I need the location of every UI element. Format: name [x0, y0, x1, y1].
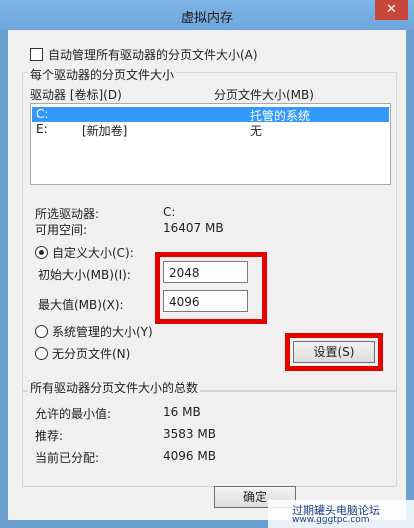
- max-size-label: 最大值(MB)(X):: [38, 298, 124, 312]
- current-allocated-label: 当前已分配:: [35, 451, 100, 465]
- free-space-label: 可用空间:: [35, 223, 88, 237]
- selected-drive-value: C:: [163, 205, 176, 219]
- per-drive-group-title: 每个驱动器的分页文件大小: [28, 66, 177, 83]
- selected-drive-label: 所选驱动器:: [35, 207, 100, 221]
- recommended-value: 3583 MB: [163, 427, 216, 441]
- custom-size-radio[interactable]: [35, 246, 48, 259]
- size-column-header: 分页文件大小(MB): [214, 88, 314, 102]
- min-allowed-label: 允许的最小值:: [35, 407, 112, 421]
- title-bar: 虚拟内存 ✕: [0, 0, 414, 30]
- auto-manage-checkbox[interactable]: [30, 48, 43, 61]
- recommended-label: 推荐:: [35, 429, 64, 443]
- watermark: 过期罐头电脑论坛 www.gggtpc.com: [268, 500, 414, 528]
- no-paging-radio[interactable]: [35, 347, 48, 360]
- highlight-box-set: [285, 333, 383, 371]
- drive-list[interactable]: C: 托管的系统 E: [新加卷] 无: [30, 103, 391, 185]
- custom-size-label[interactable]: 自定义大小(C):: [52, 244, 134, 261]
- free-space-value: 16407 MB: [163, 221, 224, 235]
- totals-group-title: 所有驱动器分页文件大小的总数: [28, 379, 201, 396]
- highlight-box-inputs: [155, 252, 267, 324]
- watermark-url: www.gggtpc.com: [292, 515, 370, 525]
- window-title: 虚拟内存: [180, 11, 233, 26]
- drive-row-c[interactable]: C: 托管的系统: [32, 107, 389, 123]
- system-managed-label[interactable]: 系统管理的大小(Y): [52, 323, 153, 340]
- system-managed-radio[interactable]: [35, 325, 48, 338]
- drive-row-e[interactable]: E: [新加卷] 无: [32, 122, 389, 138]
- no-paging-label[interactable]: 无分页文件(N): [52, 345, 130, 362]
- auto-manage-label[interactable]: 自动管理所有驱动器的分页文件大小(A): [48, 46, 258, 63]
- close-icon[interactable]: ✕: [375, 0, 408, 20]
- virtual-memory-dialog: 虚拟内存 ✕ 自动管理所有驱动器的分页文件大小(A) 每个驱动器的分页文件大小 …: [0, 0, 414, 528]
- dialog-body: 自动管理所有驱动器的分页文件大小(A) 每个驱动器的分页文件大小 驱动器 [卷标…: [8, 30, 406, 520]
- min-allowed-value: 16 MB: [163, 405, 201, 419]
- current-allocated-value: 4096 MB: [163, 449, 216, 463]
- drive-column-header: 驱动器 [卷标](D): [30, 88, 122, 102]
- initial-size-label: 初始大小(MB)(I):: [38, 268, 131, 282]
